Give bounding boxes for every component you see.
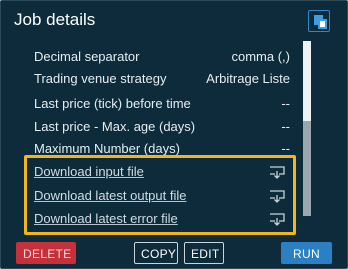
setting-label: Trading venue strategy xyxy=(34,71,167,86)
delete-button[interactable]: DELETE xyxy=(16,242,76,264)
download-latest-output-file-link[interactable]: Download latest output file xyxy=(34,187,186,205)
setting-value: -- xyxy=(281,119,290,134)
setting-label: Last price - Max. age (days) xyxy=(34,119,196,134)
download-icon[interactable] xyxy=(269,213,285,226)
setting-row-last-price-max-age: Last price - Max. age (days) -- xyxy=(34,118,290,136)
download-icon[interactable] xyxy=(269,166,285,179)
setting-label: Decimal separator xyxy=(34,49,140,64)
download-latest-error-file-row[interactable]: Download latest error file xyxy=(34,210,290,228)
download-latest-error-file-link[interactable]: Download latest error file xyxy=(34,210,178,228)
download-icon[interactable] xyxy=(269,190,285,203)
setting-value: Arbitrage Liste xyxy=(206,71,290,86)
job-details-panel: Job details Decimal separator comma (,) … xyxy=(0,0,348,269)
setting-value: comma (,) xyxy=(231,49,291,64)
edit-button[interactable]: EDIT xyxy=(184,242,224,264)
setting-row-last-price-before-time: Last price (tick) before time -- xyxy=(34,95,290,113)
scrollbar-thumb[interactable] xyxy=(303,121,311,216)
scrollbar-track[interactable] xyxy=(303,41,311,216)
download-input-file-row[interactable]: Download input file xyxy=(34,163,290,181)
panel-title: Job details xyxy=(14,10,96,29)
setting-label: Last price (tick) before time xyxy=(34,96,191,111)
copy-icon-button[interactable] xyxy=(308,10,330,32)
download-input-file-link[interactable]: Download input file xyxy=(34,163,144,181)
download-latest-output-file-row[interactable]: Download latest output file xyxy=(34,187,290,205)
setting-value: -- xyxy=(281,96,290,111)
copy-button[interactable]: COPY xyxy=(134,242,178,264)
setting-row-decimal-separator: Decimal separator comma (,) xyxy=(34,48,290,66)
setting-row-trading-venue-strategy: Trading venue strategy Arbitrage Liste xyxy=(34,70,290,88)
run-button[interactable]: RUN xyxy=(281,242,332,264)
